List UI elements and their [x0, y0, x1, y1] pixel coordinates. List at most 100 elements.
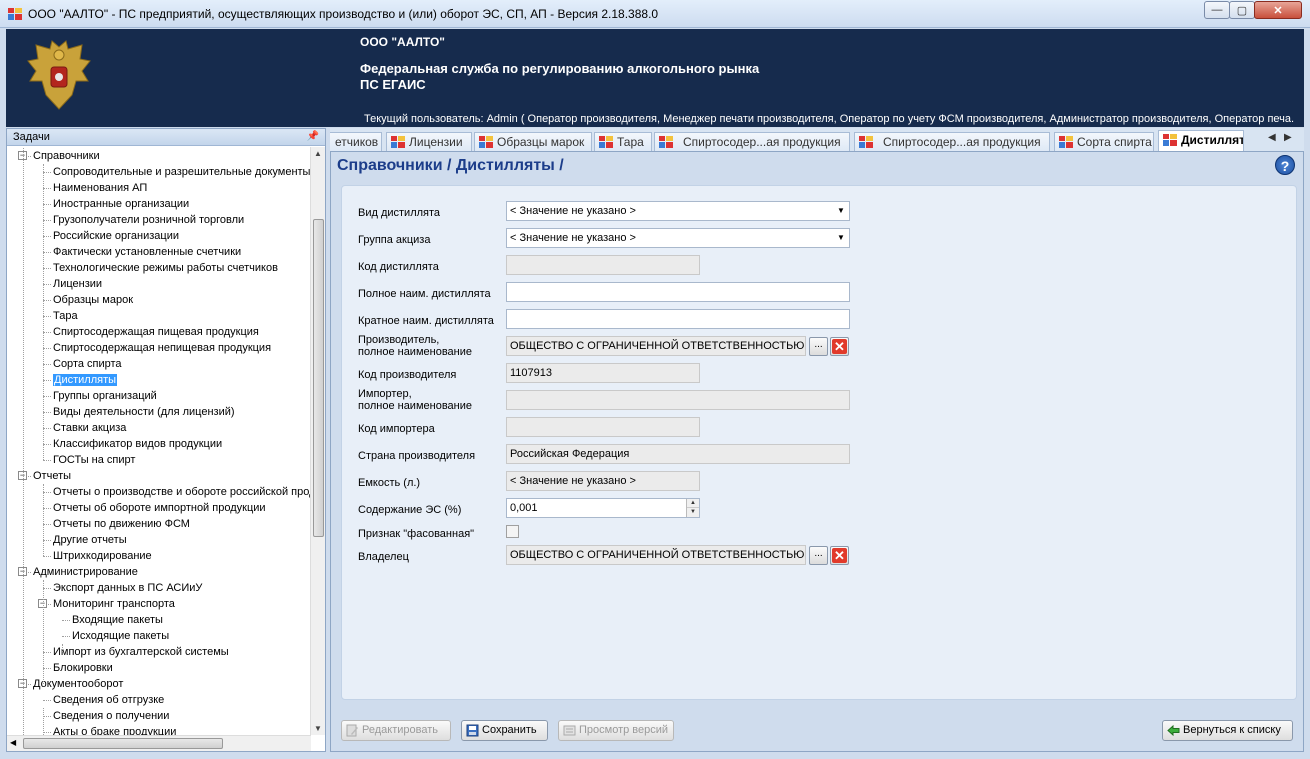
tree-item[interactable]: Отчеты [33, 468, 71, 484]
tree-item-label: Отчеты по движению ФСМ [53, 518, 190, 530]
tab-spirit-grades[interactable]: Сорта спирта [1054, 132, 1154, 151]
tree-item[interactable]: Технологические режимы работы счетчиков [53, 260, 278, 276]
full-name-input[interactable] [506, 282, 850, 302]
short-name-input[interactable] [506, 309, 850, 329]
tree-item[interactable]: Документооборот [33, 676, 123, 692]
versions-button[interactable]: Просмотр версий [558, 720, 674, 741]
grid-icon [391, 136, 405, 148]
tree-item[interactable]: ГОСТы на спирт [53, 452, 135, 468]
tab-nonfood-products[interactable]: Спиртосодер...ая продукция [854, 132, 1050, 151]
tree-vertical-scrollbar[interactable]: ▲ ▼ [310, 147, 325, 735]
owner-clear-button[interactable]: ✕ [830, 546, 849, 565]
tree-item[interactable]: Сорта спирта [53, 356, 122, 372]
tab-schetchiki[interactable]: етчиков [330, 132, 382, 151]
tree-item[interactable]: Сведения о получении [53, 708, 169, 724]
maximize-button[interactable]: ▢ [1229, 1, 1255, 19]
tree-item[interactable]: Отчеты об обороте импортной продукции [53, 500, 266, 516]
save-button[interactable]: Сохранить [461, 720, 548, 741]
grid-icon [859, 136, 873, 148]
tree-connector [43, 164, 44, 460]
producer-clear-button[interactable]: ✕ [830, 337, 849, 356]
tree-item[interactable]: Фактически установленные счетчики [53, 244, 241, 260]
tree-item[interactable]: Тара [53, 308, 78, 324]
hscroll-thumb[interactable] [23, 738, 223, 749]
window-titlebar: ООО "ААЛТО" - ПС предприятий, осуществля… [0, 0, 1310, 28]
tree-item-label: Российские организации [53, 230, 179, 242]
es-spinbox[interactable]: 0,001 ▲ ▼ [506, 498, 700, 518]
close-button[interactable]: ✕ [1254, 1, 1302, 19]
importer-field [506, 390, 850, 410]
producer-field: ОБЩЕСТВО С ОГРАНИЧЕННОЙ ОТВЕТСТВЕННОСТЬЮ… [506, 336, 806, 356]
tab-tara[interactable]: Тара [594, 132, 652, 151]
tree-item[interactable]: Грузополучатели розничной торговли [53, 212, 244, 228]
tree-item[interactable]: Экспорт данных в ПС АСИиУ [53, 580, 202, 596]
owner-browse-button[interactable]: ... [809, 546, 828, 565]
tree-item[interactable]: Отчеты по движению ФСМ [53, 516, 190, 532]
tab-label: Образцы марок [497, 135, 585, 149]
tree-item[interactable]: Классификатор видов продукции [53, 436, 222, 452]
tab-prev-icon[interactable]: ◀ [1268, 132, 1276, 143]
tree-item[interactable]: Российские организации [53, 228, 179, 244]
tree-item-label: Отчеты об обороте импортной продукции [53, 502, 266, 514]
tree-item[interactable]: Справочники [33, 148, 100, 164]
tree-item[interactable]: Мониторинг транспорта [53, 596, 175, 612]
tree-item[interactable]: Лицензии [53, 276, 102, 292]
packed-checkbox[interactable] [506, 525, 519, 538]
tree-item[interactable]: Дистилляты [53, 372, 118, 388]
tree-item-label: Виды деятельности (для лицензий) [53, 406, 235, 418]
scroll-up-icon[interactable]: ▲ [314, 149, 322, 158]
tree-item[interactable]: Группы организаций [53, 388, 157, 404]
tree-item-label: ГОСТы на спирт [53, 454, 136, 466]
tree-item[interactable]: Виды деятельности (для лицензий) [53, 404, 235, 420]
tab-distillates[interactable]: Дистилляты [1158, 130, 1244, 151]
tasks-title: Задачи [13, 131, 50, 143]
minimize-button[interactable]: — [1204, 1, 1230, 19]
vid-select[interactable]: < Значение не указано > ▼ [506, 201, 850, 221]
help-icon[interactable]: ? [1275, 155, 1295, 175]
tree-item[interactable]: Сопроводительные и разрешительные докуме… [53, 164, 310, 180]
spin-down-icon[interactable]: ▼ [687, 508, 699, 517]
tab-licenses[interactable]: Лицензии [386, 132, 472, 151]
tab-next-icon[interactable]: ▶ [1284, 132, 1292, 143]
tree-item-label: Экспорт данных в ПС АСИиУ [53, 582, 203, 594]
tree-item[interactable]: Наименования АП [53, 180, 147, 196]
tree-item[interactable]: Исходящие пакеты [72, 628, 169, 644]
spin-up-icon[interactable]: ▲ [687, 499, 699, 508]
tree-horizontal-scrollbar[interactable]: ◀ [7, 735, 311, 751]
tree-item[interactable]: Спиртосодержащая пищевая продукция [53, 324, 259, 340]
tab-food-products[interactable]: Спиртосодер...ая продукция [654, 132, 850, 151]
es-spinner[interactable]: ▲ ▼ [686, 499, 699, 517]
tree-connector [43, 252, 51, 253]
gruppa-select[interactable]: < Значение не указано > ▼ [506, 228, 850, 248]
kod-field [506, 255, 700, 275]
vid-value: < Значение не указано > [510, 205, 636, 217]
tree-connector [43, 700, 51, 701]
producer-browse-button[interactable]: ... [809, 337, 828, 356]
tree-item-label: Сорта спирта [53, 358, 122, 370]
tab-stamp-samples[interactable]: Образцы марок [474, 132, 592, 151]
tree-item[interactable]: Отчеты о производстве и обороте российск… [53, 484, 311, 500]
edit-button-label: Редактировать [362, 724, 438, 736]
tree-item-label: Иностранные организации [53, 198, 190, 210]
tree-item[interactable]: Образцы марок [53, 292, 133, 308]
back-to-list-button[interactable]: Вернуться к списку [1162, 720, 1293, 741]
tree-item[interactable]: Другие отчеты [53, 532, 127, 548]
tree-item-label: Грузополучатели розничной торговли [53, 214, 245, 226]
tree-item[interactable]: Входящие пакеты [72, 612, 163, 628]
scroll-down-icon[interactable]: ▼ [314, 724, 322, 733]
tree-item[interactable]: Импорт из бухгалтерской системы [53, 644, 229, 660]
tree-item[interactable]: Администрирование [33, 564, 138, 580]
scroll-left-icon[interactable]: ◀ [10, 738, 16, 747]
scroll-thumb[interactable] [313, 219, 324, 537]
tree-item[interactable]: Акты о браке продукции [53, 724, 176, 735]
tree-item[interactable]: Сведения об отгрузке [53, 692, 164, 708]
tree-item[interactable]: Спиртосодержащая непищевая продукция [53, 340, 271, 356]
tree-item[interactable]: Штрихкодирование [53, 548, 152, 564]
tree-item[interactable]: Ставки акциза [53, 420, 126, 436]
pin-icon[interactable]: 📌 [307, 131, 319, 142]
back-arrow-icon [1167, 724, 1180, 737]
edit-button[interactable]: Редактировать [341, 720, 451, 741]
tree-item-label: Справочники [33, 150, 100, 162]
tree-item[interactable]: Блокировки [53, 660, 113, 676]
tree-item[interactable]: Иностранные организации [53, 196, 189, 212]
